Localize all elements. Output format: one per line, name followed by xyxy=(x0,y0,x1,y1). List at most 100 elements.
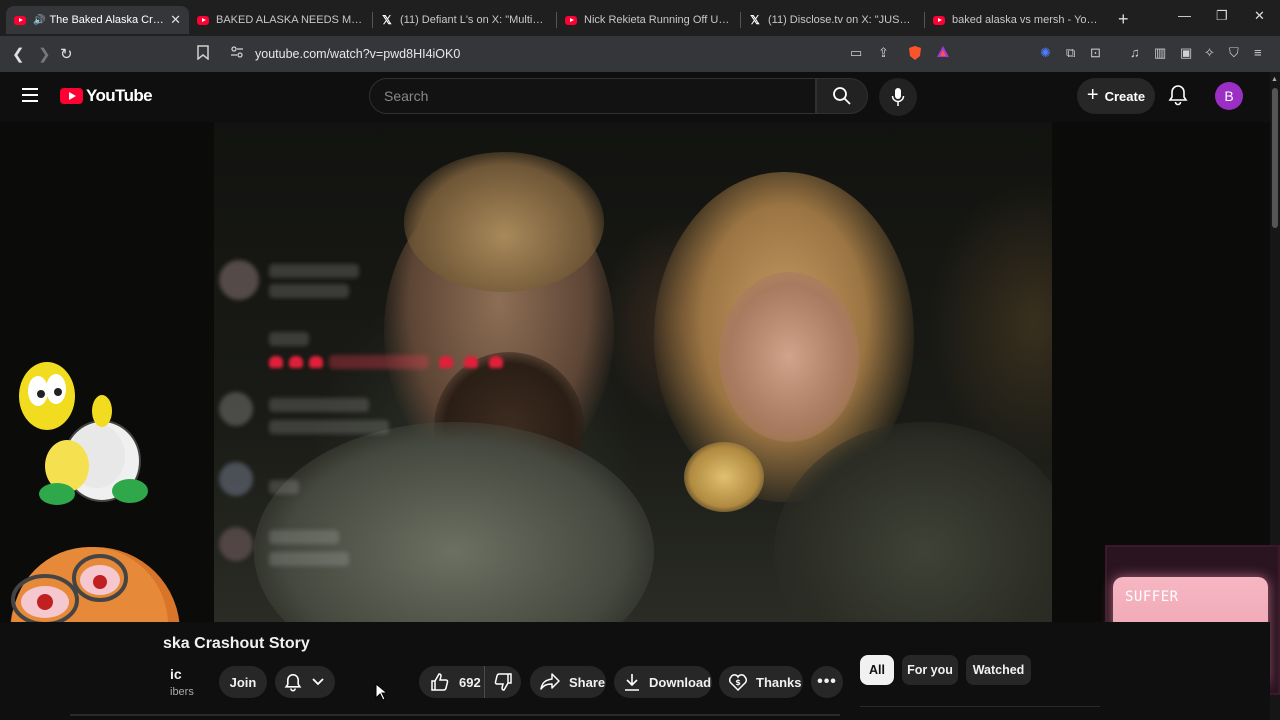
like-count: 692 xyxy=(459,674,481,690)
youtube-favicon-icon xyxy=(565,14,577,26)
share-label: Share xyxy=(569,674,606,690)
site-settings-icon[interactable] xyxy=(230,46,244,61)
subscription-notification-button[interactable] xyxy=(275,666,335,698)
like-dislike-group: 692 xyxy=(419,666,521,698)
video-food xyxy=(684,442,764,512)
plus-icon: + xyxy=(1086,83,1099,106)
media-controls-icon[interactable]: ♫ xyxy=(1130,45,1140,60)
download-icon xyxy=(625,674,639,691)
brave-rewards-icon[interactable] xyxy=(936,45,950,61)
recommendations-divider xyxy=(860,706,1100,707)
restore-icon[interactable]: ❐ xyxy=(1216,8,1228,24)
more-actions-button[interactable]: ••• xyxy=(811,666,843,698)
thumbs-up-icon xyxy=(431,673,449,691)
guide-menu-icon[interactable] xyxy=(22,88,38,102)
like-button[interactable]: 692 xyxy=(419,666,485,698)
chip-label: Watched xyxy=(972,663,1025,677)
browser-tab-3[interactable]: 𝕏 (11) Defiant L's on X: "Multiple r xyxy=(373,6,556,34)
video-frame[interactable] xyxy=(214,122,1052,622)
video-title: ska Crashout Story xyxy=(163,635,310,652)
bell-icon xyxy=(284,673,302,691)
tab-close-icon[interactable]: ✕ xyxy=(170,12,181,28)
create-button[interactable]: + Create xyxy=(1077,78,1155,114)
video-figure-face xyxy=(719,272,859,442)
scrollbar-thumb[interactable] xyxy=(1272,88,1278,228)
thanks-label: Thanks xyxy=(756,674,802,690)
channel-name[interactable]: ic xyxy=(170,666,182,682)
brave-shields-icon[interactable] xyxy=(907,45,923,64)
tab-title: Nick Rekieta Running Off Uncivi xyxy=(584,14,732,26)
browser-tab-6[interactable]: baked alaska vs mersh - YouTub xyxy=(925,6,1108,34)
tab-title: (11) Defiant L's on X: "Multiple r xyxy=(400,14,548,26)
notifications-bell-icon[interactable] xyxy=(1168,84,1188,111)
address-bar[interactable]: youtube.com/watch?v=pwd8HI4iOK0 xyxy=(190,39,960,69)
vpn-shield-icon[interactable]: ⛉ xyxy=(1229,45,1239,61)
account-avatar[interactable]: B xyxy=(1215,82,1243,110)
svg-text:$: $ xyxy=(735,678,741,687)
browser-tab-bar: 🔊 The Baked Alaska Crashout Story ✕ BAKE… xyxy=(0,0,1280,36)
reload-icon[interactable]: ↻ xyxy=(60,45,73,63)
sticker-text: SUFFER xyxy=(1125,589,1179,605)
chip-label: All xyxy=(869,663,885,677)
browser-tab-5[interactable]: 𝕏 (11) Disclose.tv on X: "JUST IN xyxy=(741,6,924,34)
mouse-cursor-icon xyxy=(375,683,387,701)
chevron-down-icon xyxy=(312,678,324,686)
voice-search-button[interactable] xyxy=(879,78,917,116)
screenshot-icon[interactable]: ⊡ xyxy=(1090,45,1101,61)
chip-all[interactable]: All xyxy=(860,655,894,685)
livestream-chat-overlay xyxy=(214,252,534,582)
search-button[interactable] xyxy=(816,78,868,114)
more-horizontal-icon: ••• xyxy=(817,673,837,690)
new-tab-button[interactable]: + xyxy=(1118,9,1129,30)
url-text: youtube.com/watch?v=pwd8HI4iOK0 xyxy=(255,47,461,61)
tab-title: baked alaska vs mersh - YouTub xyxy=(952,14,1100,26)
menu-icon[interactable]: ≡ xyxy=(1254,45,1262,60)
subscriber-count: ibers xyxy=(170,686,194,698)
back-arrow-icon[interactable]: ❮ xyxy=(12,45,25,63)
sidebar-icon[interactable]: ▥ xyxy=(1154,45,1166,61)
share-page-icon[interactable]: ⇪ xyxy=(878,45,889,61)
vpn-icon[interactable]: ✺ xyxy=(1040,45,1051,61)
browser-tab-2[interactable]: BAKED ALASKA NEEDS MILK! #y xyxy=(189,6,372,34)
microphone-icon xyxy=(891,88,905,106)
cast-icon[interactable]: ▭ xyxy=(850,45,862,61)
youtube-favicon-icon xyxy=(14,14,26,26)
leo-ai-icon[interactable]: ✧ xyxy=(1204,45,1215,61)
search-icon xyxy=(833,87,851,105)
youtube-favicon-icon xyxy=(933,14,945,26)
tab-title: The Baked Alaska Crashout Story xyxy=(49,14,165,26)
x-favicon-icon: 𝕏 xyxy=(382,13,392,27)
extensions-icon[interactable]: ⧉ xyxy=(1066,45,1075,61)
wallet-icon[interactable]: ▣ xyxy=(1180,45,1192,61)
youtube-logo[interactable]: YouTube xyxy=(60,86,153,106)
browser-tab-4[interactable]: Nick Rekieta Running Off Uncivi xyxy=(557,6,740,34)
chip-for-you[interactable]: For you xyxy=(902,655,958,685)
thanks-button[interactable]: $ Thanks xyxy=(719,666,803,698)
download-button[interactable]: Download xyxy=(614,666,712,698)
browser-tab-1[interactable]: 🔊 The Baked Alaska Crashout Story ✕ xyxy=(6,6,189,34)
join-button[interactable]: Join xyxy=(219,666,267,698)
minimize-icon[interactable]: — xyxy=(1178,8,1191,23)
video-info-section: ska Crashout Story ic ibers Join 692 Sha… xyxy=(0,622,1270,720)
scroll-up-arrow-icon[interactable]: ▲ xyxy=(1271,76,1278,83)
search-input[interactable] xyxy=(370,79,815,113)
youtube-favicon-icon xyxy=(197,14,209,26)
download-label: Download xyxy=(649,674,712,690)
youtube-header: YouTube + Create B xyxy=(0,72,1270,122)
chip-label: For you xyxy=(907,663,953,677)
share-button[interactable]: Share xyxy=(530,666,606,698)
youtube-wordmark: YouTube xyxy=(86,86,153,105)
browser-toolbar: ❮ ❯ ↻ youtube.com/watch?v=pwd8HI4iOK0 ▭ … xyxy=(0,36,1280,72)
koopa-sticker-icon xyxy=(19,362,148,505)
video-player[interactable] xyxy=(0,122,1270,622)
forward-arrow-icon[interactable]: ❯ xyxy=(38,45,51,63)
dislike-button[interactable] xyxy=(485,666,521,698)
search-box[interactable] xyxy=(369,78,816,114)
create-label: Create xyxy=(1104,88,1146,104)
join-label: Join xyxy=(229,674,257,690)
audio-playing-icon[interactable]: 🔊 xyxy=(33,15,45,26)
youtube-play-icon xyxy=(60,88,83,104)
tab-title: (11) Disclose.tv on X: "JUST IN xyxy=(768,14,916,26)
chip-watched[interactable]: Watched xyxy=(966,655,1031,685)
close-window-icon[interactable]: ✕ xyxy=(1254,8,1265,24)
